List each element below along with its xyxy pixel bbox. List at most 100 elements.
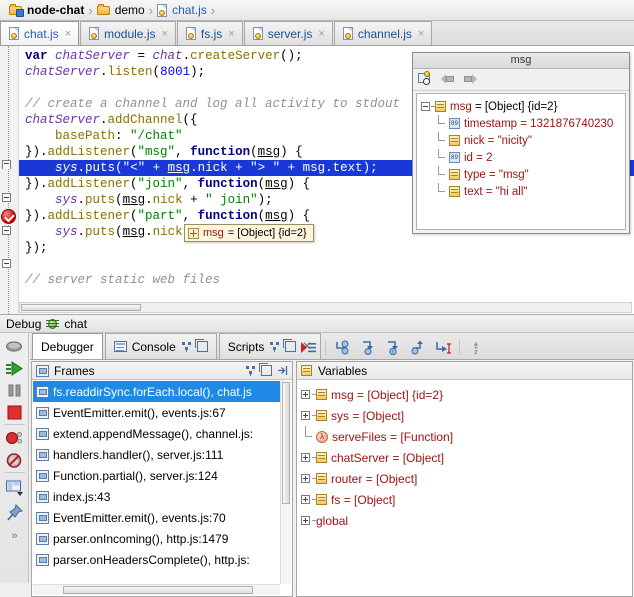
msg-inspect-window[interactable]: msg msg = [Object] {id=2} 89 timestamp =… [412, 52, 630, 234]
tree-elbow [435, 183, 449, 200]
msg-window-toolbar[interactable] [413, 69, 629, 91]
list-item[interactable]: fs.readdirSync.forEach.local(), chat.js [33, 381, 280, 402]
expander-minus-icon[interactable] [421, 98, 435, 115]
tab-label: server.js [267, 26, 313, 41]
close-icon[interactable]: × [318, 28, 324, 40]
frames-panel[interactable]: Frames fs.readdirSync.forEach.local(), c… [31, 361, 293, 597]
close-icon[interactable]: × [161, 28, 167, 40]
frames-vertical-scrollbar[interactable] [280, 381, 291, 584]
tab-fs-js[interactable]: fs.js × [176, 21, 243, 45]
variable-name: router [331, 471, 363, 486]
tab-module-js[interactable]: module.js × [80, 21, 176, 45]
layout-settings-icon[interactable] [5, 478, 24, 497]
tree-row[interactable]: global [298, 510, 631, 531]
back-arrow-icon[interactable] [441, 72, 457, 87]
variables-panel[interactable]: Variables msg = [Object] {id=2} sys = [O… [296, 361, 633, 597]
variables-list[interactable]: msg = [Object] {id=2} sys = [Object] λ s… [298, 381, 631, 595]
debug-left-toolbar[interactable]: » [0, 333, 29, 583]
list-item[interactable]: Function.partial(), server.js:124 [33, 465, 280, 486]
frames-horizontal-scrollbar[interactable] [33, 584, 280, 595]
editor-gutter[interactable] [0, 46, 19, 314]
expander-plus-icon[interactable] [301, 384, 316, 405]
evaluate-expression-icon[interactable]: a + z [468, 340, 485, 356]
expander-plus-icon[interactable] [301, 510, 316, 531]
breakpoint-icon[interactable] [1, 209, 16, 224]
fold-marker[interactable] [2, 226, 11, 235]
list-item[interactable]: parser.onIncoming(), http.js:1479 [33, 528, 280, 549]
editor-horizontal-scrollbar[interactable] [19, 302, 632, 313]
plus-box-icon[interactable] [188, 227, 199, 239]
step-into-icon[interactable] [359, 340, 376, 355]
code-line: chatServer.addChannel({ [25, 113, 198, 127]
tree-row[interactable]: 89 id = 2 [419, 149, 625, 166]
tree-row[interactable]: text = "hi all" [419, 183, 625, 200]
pin-icon[interactable] [245, 365, 256, 376]
close-icon[interactable]: × [418, 28, 424, 40]
close-icon[interactable]: × [65, 28, 71, 40]
expander-plus-icon[interactable] [301, 405, 316, 426]
object-icon [435, 101, 446, 112]
tree-row[interactable]: 89 timestamp = 1321876740230 [419, 115, 625, 132]
rerun-icon[interactable] [5, 337, 24, 356]
expander-plus-icon[interactable] [301, 489, 316, 510]
pin-tab-icon[interactable] [5, 503, 24, 522]
tab-debugger[interactable]: Debugger [32, 333, 103, 359]
close-icon[interactable]: × [228, 28, 234, 40]
tree-row[interactable]: chatServer = [Object] [298, 447, 631, 468]
tab-channel-js[interactable]: channel.js × [333, 21, 433, 45]
step-out-icon[interactable] [409, 340, 426, 355]
tree-row[interactable]: λ serveFiles = [Function] [298, 426, 631, 447]
resume-program-icon[interactable] [5, 359, 24, 378]
tree-row[interactable]: fs = [Object] [298, 489, 631, 510]
expander-plus-icon[interactable] [301, 447, 316, 468]
breadcrumb-item-file[interactable]: chat.js [154, 0, 210, 21]
scrollbar-thumb[interactable] [63, 586, 253, 594]
list-item[interactable]: parser.onHeadersComplete(), http.js: [33, 549, 280, 570]
stepping-toolbar[interactable]: ! a + z [300, 336, 485, 359]
fold-marker[interactable] [2, 193, 11, 202]
inspect-icon[interactable] [418, 71, 434, 87]
pause-program-icon[interactable] [5, 381, 24, 400]
tree-row[interactable]: msg = [Object] {id=2} [298, 384, 631, 405]
more-icon[interactable]: » [5, 527, 24, 546]
expander-plus-icon[interactable] [301, 468, 316, 489]
mute-breakpoints-icon[interactable] [5, 451, 24, 470]
tree-row[interactable]: sys = [Object] [298, 405, 631, 426]
scrollbar-thumb[interactable] [21, 304, 141, 311]
tree-node-value: = 2 [476, 151, 493, 164]
hide-icon[interactable] [277, 365, 288, 376]
msg-window-tree[interactable]: msg = [Object] {id=2} 89 timestamp = 132… [416, 93, 626, 230]
breadcrumb-item-project[interactable]: node-chat [6, 0, 87, 21]
stop-icon[interactable] [5, 403, 24, 422]
tab-console[interactable]: Console [104, 333, 217, 359]
tree-row[interactable]: nick = "nicity" [419, 132, 625, 149]
list-item[interactable]: index.js:43 [33, 486, 280, 507]
step-over-icon[interactable] [334, 340, 351, 355]
fold-marker[interactable] [2, 160, 11, 169]
forward-arrow-icon[interactable] [464, 72, 480, 87]
window-icon[interactable] [259, 363, 272, 376]
force-step-into-icon[interactable]: ! [384, 340, 401, 356]
value-tooltip[interactable]: msg = [Object] {id=2} [184, 224, 314, 242]
frames-list[interactable]: fs.readdirSync.forEach.local(), chat.js … [33, 381, 280, 584]
run-to-cursor-icon[interactable] [434, 340, 451, 355]
pin-icon[interactable] [269, 341, 280, 352]
breadcrumb-item-folder[interactable]: demo [94, 0, 148, 21]
list-item[interactable]: extend.appendMessage(), channel.js: [33, 423, 280, 444]
scrollbar-thumb[interactable] [282, 382, 290, 504]
tab-server-js[interactable]: server.js × [243, 21, 333, 45]
list-item[interactable]: EventEmitter.emit(), events.js:70 [33, 507, 280, 528]
fold-marker[interactable] [2, 259, 11, 268]
show-execution-point-icon[interactable] [300, 340, 317, 355]
tree-row[interactable]: type = "msg" [419, 166, 625, 183]
tab-chat-js[interactable]: chat.js × [0, 21, 80, 45]
pin-icon[interactable] [181, 341, 192, 352]
list-item[interactable]: EventEmitter.emit(), events.js:67 [33, 402, 280, 423]
window-icon[interactable] [194, 339, 208, 352]
tree-row[interactable]: router = [Object] [298, 468, 631, 489]
window-icon[interactable] [283, 339, 297, 352]
tab-label: module.js [104, 26, 156, 41]
list-item[interactable]: handlers.handler(), server.js:111 [33, 444, 280, 465]
tree-row[interactable]: msg = [Object] {id=2} [419, 98, 625, 115]
view-breakpoints-icon[interactable] [5, 429, 24, 448]
